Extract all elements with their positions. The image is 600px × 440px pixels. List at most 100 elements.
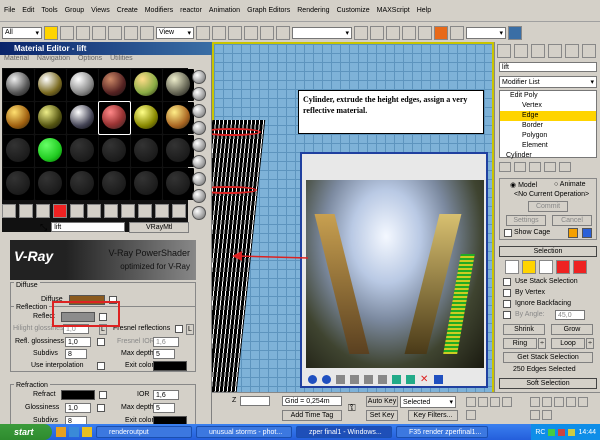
menu-views[interactable]: Views [91, 7, 110, 14]
cage-color-swatch[interactable] [568, 228, 578, 238]
fit-icon[interactable] [378, 374, 387, 384]
material-slot[interactable] [99, 69, 130, 101]
pin-stack-icon[interactable] [499, 162, 511, 172]
show-end-result-icon[interactable] [138, 204, 152, 218]
stack-item-polygon[interactable]: Polygon [500, 131, 596, 141]
subdivs-field[interactable]: 8 [65, 349, 87, 359]
material-slot[interactable] [67, 69, 98, 101]
menu-reactor[interactable]: reactor [180, 7, 202, 14]
menu-graph-editors[interactable]: Graph Editors [247, 7, 290, 14]
menu-group[interactable]: Group [65, 7, 84, 14]
next-frame-icon[interactable] [322, 374, 331, 384]
ior-field[interactable]: 1,6 [153, 390, 179, 400]
menu-tools[interactable]: Tools [41, 7, 57, 14]
language-indicator[interactable]: RC [535, 429, 545, 436]
select-manipulate-icon[interactable] [212, 25, 226, 40]
material-slot[interactable] [131, 69, 162, 101]
video-color-check-icon[interactable] [192, 138, 206, 152]
rectangular-selection-icon[interactable] [76, 25, 90, 40]
modify-tab-icon[interactable] [514, 44, 528, 58]
refraction-max-depth-field[interactable]: 5 [153, 403, 175, 413]
loop-button[interactable]: Loop [551, 338, 585, 349]
me-menu-options[interactable]: Options [78, 55, 102, 66]
tray-icon[interactable] [548, 428, 556, 436]
field-of-view-icon[interactable] [566, 397, 576, 407]
show-end-result-stack-icon[interactable] [514, 162, 526, 172]
window-crossing-icon[interactable] [92, 25, 106, 40]
edge-level-icon[interactable] [522, 260, 536, 274]
select-scale-icon[interactable] [140, 25, 154, 40]
taskbar-item-renderoutput[interactable]: renderoutput [96, 426, 192, 438]
select-object-icon[interactable] [44, 25, 58, 40]
coordinate-z-field[interactable] [240, 396, 270, 406]
material-slot-active[interactable] [98, 101, 131, 135]
maximize-viewport-icon[interactable] [542, 410, 552, 420]
stack-item-vertex[interactable]: Vertex [500, 101, 596, 111]
angle-snap-icon[interactable] [244, 25, 258, 40]
menu-rendering[interactable]: Rendering [297, 7, 329, 14]
settings-button[interactable]: Settings [506, 215, 546, 226]
refraction-glossiness-field[interactable]: 1,0 [65, 403, 91, 413]
pivot-center-icon[interactable] [196, 25, 210, 40]
previous-frame-icon[interactable] [478, 397, 488, 407]
menu-modifiers[interactable]: Modifiers [145, 7, 173, 14]
menu-create[interactable]: Create [117, 7, 138, 14]
exit-color-swatch[interactable] [153, 361, 187, 371]
stack-item-edit-poly[interactable]: Edit Poly [500, 91, 596, 101]
material-slot[interactable] [35, 69, 66, 101]
reset-map-icon[interactable] [53, 204, 67, 218]
menu-help[interactable]: Help [417, 7, 431, 14]
zoom-icon[interactable] [530, 397, 540, 407]
by-vertex-checkbox[interactable] [503, 289, 511, 297]
refract-color-swatch[interactable] [61, 390, 95, 400]
start-button[interactable]: start [0, 424, 52, 440]
material-slot[interactable] [163, 135, 194, 167]
quick-render-icon[interactable] [508, 25, 522, 40]
sample-type-icon[interactable] [192, 70, 206, 84]
get-stack-selection-button[interactable]: Get Stack Selection [503, 352, 593, 363]
zoom-all-icon[interactable] [542, 397, 552, 407]
tray-icon[interactable] [568, 428, 576, 436]
object-name-field[interactable]: lift [499, 62, 597, 72]
selection-filter-dropdown[interactable]: All ▾ [2, 26, 42, 39]
prev-frame-icon[interactable] [308, 374, 317, 384]
grow-button[interactable]: Grow [551, 324, 593, 335]
material-slot[interactable] [35, 102, 66, 134]
menu-file[interactable]: File [4, 7, 15, 14]
hierarchy-tab-icon[interactable] [531, 44, 545, 58]
stack-item-element[interactable]: Element [500, 141, 596, 151]
configure-sets-icon[interactable] [559, 162, 571, 172]
put-to-scene-icon[interactable] [19, 204, 33, 218]
me-menu-material[interactable]: Material [4, 55, 29, 66]
cage-selected-color-swatch[interactable] [582, 228, 592, 238]
region-icon[interactable] [364, 374, 373, 384]
ring-spinner[interactable]: ÷ [538, 338, 546, 349]
material-slot[interactable] [131, 135, 162, 167]
zoom-extents-icon[interactable] [554, 397, 564, 407]
percent-snap-icon[interactable] [260, 25, 274, 40]
stack-item-edge[interactable]: Edge [500, 111, 596, 121]
use-stack-selection-checkbox[interactable] [503, 278, 511, 286]
me-menu-utilities[interactable]: Utilities [110, 55, 133, 66]
material-slot[interactable] [35, 168, 66, 200]
commit-button[interactable]: Commit [528, 201, 568, 212]
fresnel-ior-lock-button[interactable]: L [186, 324, 194, 335]
stack-item-cylinder[interactable]: Cylinder [500, 151, 596, 161]
loop-spinner[interactable]: ÷ [586, 338, 594, 349]
select-rotate-icon[interactable] [124, 25, 138, 40]
selection-rollout-header[interactable]: Selection [499, 246, 597, 257]
show-cage-checkbox[interactable] [504, 229, 512, 237]
go-to-parent-icon[interactable] [155, 204, 169, 218]
render-type-dropdown[interactable]: ▾ [466, 26, 506, 39]
next-frame-icon[interactable] [502, 397, 512, 407]
display-tab-icon[interactable] [565, 44, 579, 58]
utilities-tab-icon[interactable] [582, 44, 596, 58]
menu-animation[interactable]: Animation [209, 7, 240, 14]
goto-end-icon[interactable] [466, 410, 476, 420]
model-radio[interactable]: ◉ Model [510, 181, 537, 189]
assign-material-icon[interactable] [36, 204, 50, 218]
material-slot[interactable] [67, 102, 98, 134]
sample-uv-tiling-icon[interactable] [192, 121, 206, 135]
material-slot[interactable] [67, 168, 98, 200]
material-slot[interactable] [99, 135, 130, 167]
